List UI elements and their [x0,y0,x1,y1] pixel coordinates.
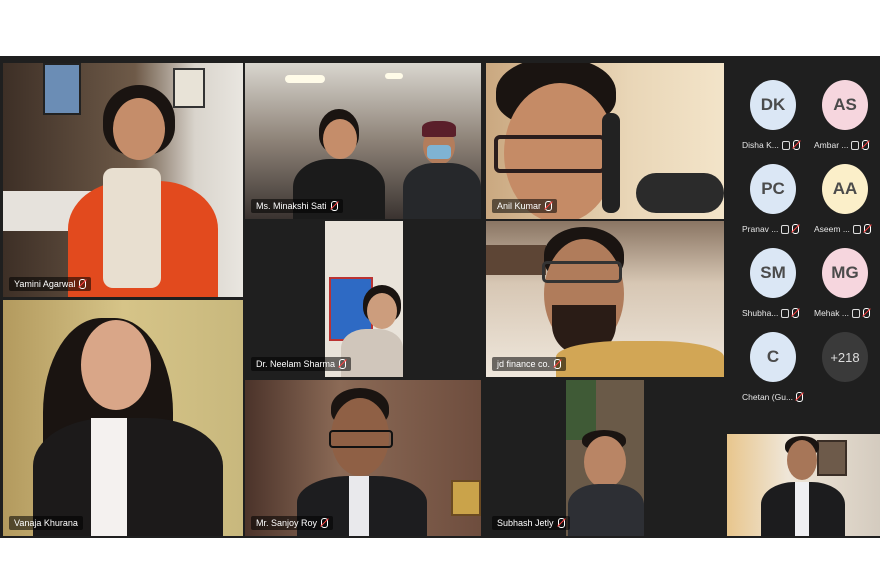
wall-frame [817,440,847,476]
participant-name-label: jd finance co. [492,357,567,371]
participant-name: Ambar ... [814,140,870,150]
video-tile-vanaja[interactable]: Vanaja Khurana [3,300,243,536]
participant-name: Mehak ... [814,308,870,318]
participant-name-label: Anil Kumar [492,199,558,213]
participant-name-label: Mr. Sanjoy Roy [251,516,334,530]
mic-muted-icon [792,308,800,318]
mic-muted-icon [339,359,347,369]
avatar: SM [750,248,796,298]
avatar: AA [822,164,868,214]
participant-name: Aseem ... [814,224,871,234]
video-off-icon [781,224,790,234]
video-off-icon [852,224,861,234]
mic-muted-icon [792,224,800,234]
more-count: +218 [822,332,868,382]
wall-frame [173,68,205,108]
participant-name: Shubha... [742,308,800,318]
mic-muted-icon [545,201,553,211]
mic-muted-icon [863,224,871,234]
ceiling-light [285,75,325,83]
glasses [329,430,393,448]
participant-name: Chetan (Gu... [742,392,804,402]
ceiling-light [385,73,403,79]
participant-avatar[interactable]: PC Pranav ... [732,164,804,248]
cap [422,121,456,137]
video-off-icon [851,308,860,318]
participant-avatar[interactable]: SM Shubha... [732,248,804,332]
avatar: AS [822,80,868,130]
avatar: PC [750,164,796,214]
shirt [91,418,127,536]
video-tile-anil[interactable]: Anil Kumar [486,63,724,219]
participant-sidebar: DK Disha K... AS Ambar ... PC Pranav ...… [726,56,880,432]
self-view-tile[interactable] [727,434,880,536]
trophy [451,480,481,516]
avatar: DK [750,80,796,130]
headphones [602,113,620,213]
video-tile-minakshi[interactable]: Ms. Minakshi Sati [245,63,481,219]
shirt [349,476,369,536]
participant-avatar[interactable]: AS Ambar ... [804,80,876,164]
wall-poster [43,63,81,115]
participant-avatar[interactable]: MG Mehak ... [804,248,876,332]
shirt [795,482,809,536]
participant-name-label: Subhash Jetly [492,516,570,530]
mic-muted-icon [796,392,804,402]
avatar: C [750,332,796,382]
participant-name-label: Vanaja Khurana [9,516,83,530]
mic-muted-icon [79,279,87,289]
video-tile-neelam[interactable]: Dr. Neelam Sharma [245,221,481,377]
mic-muted-icon [557,518,565,528]
more-participants-button[interactable]: +218 [804,332,876,416]
glasses [542,261,622,283]
headphone-cushion [636,173,724,213]
video-off-icon [851,140,860,150]
wall-decor [486,245,546,275]
mic-muted-icon [862,140,870,150]
glasses [494,135,606,173]
video-off-icon [781,308,790,318]
participant-avatar[interactable]: AA Aseem ... [804,164,876,248]
video-tile-yamini[interactable]: Yamini Agarwal [3,63,243,297]
avatar: MG [822,248,868,298]
video-off-icon [781,140,790,150]
participant-name: Disha K... [742,140,800,150]
participant-name: Pranav ... [742,224,800,234]
mic-muted-icon [554,359,562,369]
participant-avatar[interactable]: C Chetan (Gu... [732,332,804,416]
video-tile-sanjoy[interactable]: Mr. Sanjoy Roy [245,380,481,536]
participant-name-label: Yamini Agarwal [9,277,92,291]
mic-muted-icon [321,518,329,528]
face-mask [427,145,451,159]
video-tile-subhash[interactable]: Subhash Jetly [486,380,724,536]
participant-name-label: Dr. Neelam Sharma [251,357,352,371]
participant-avatar[interactable]: DK Disha K... [732,80,804,164]
mic-muted-icon [792,140,800,150]
mic-muted-icon [862,308,870,318]
video-tile-jd-finance[interactable]: jd finance co. [486,221,724,377]
participant-name-label: Ms. Minakshi Sati [251,199,343,213]
mic-muted-icon [330,201,338,211]
